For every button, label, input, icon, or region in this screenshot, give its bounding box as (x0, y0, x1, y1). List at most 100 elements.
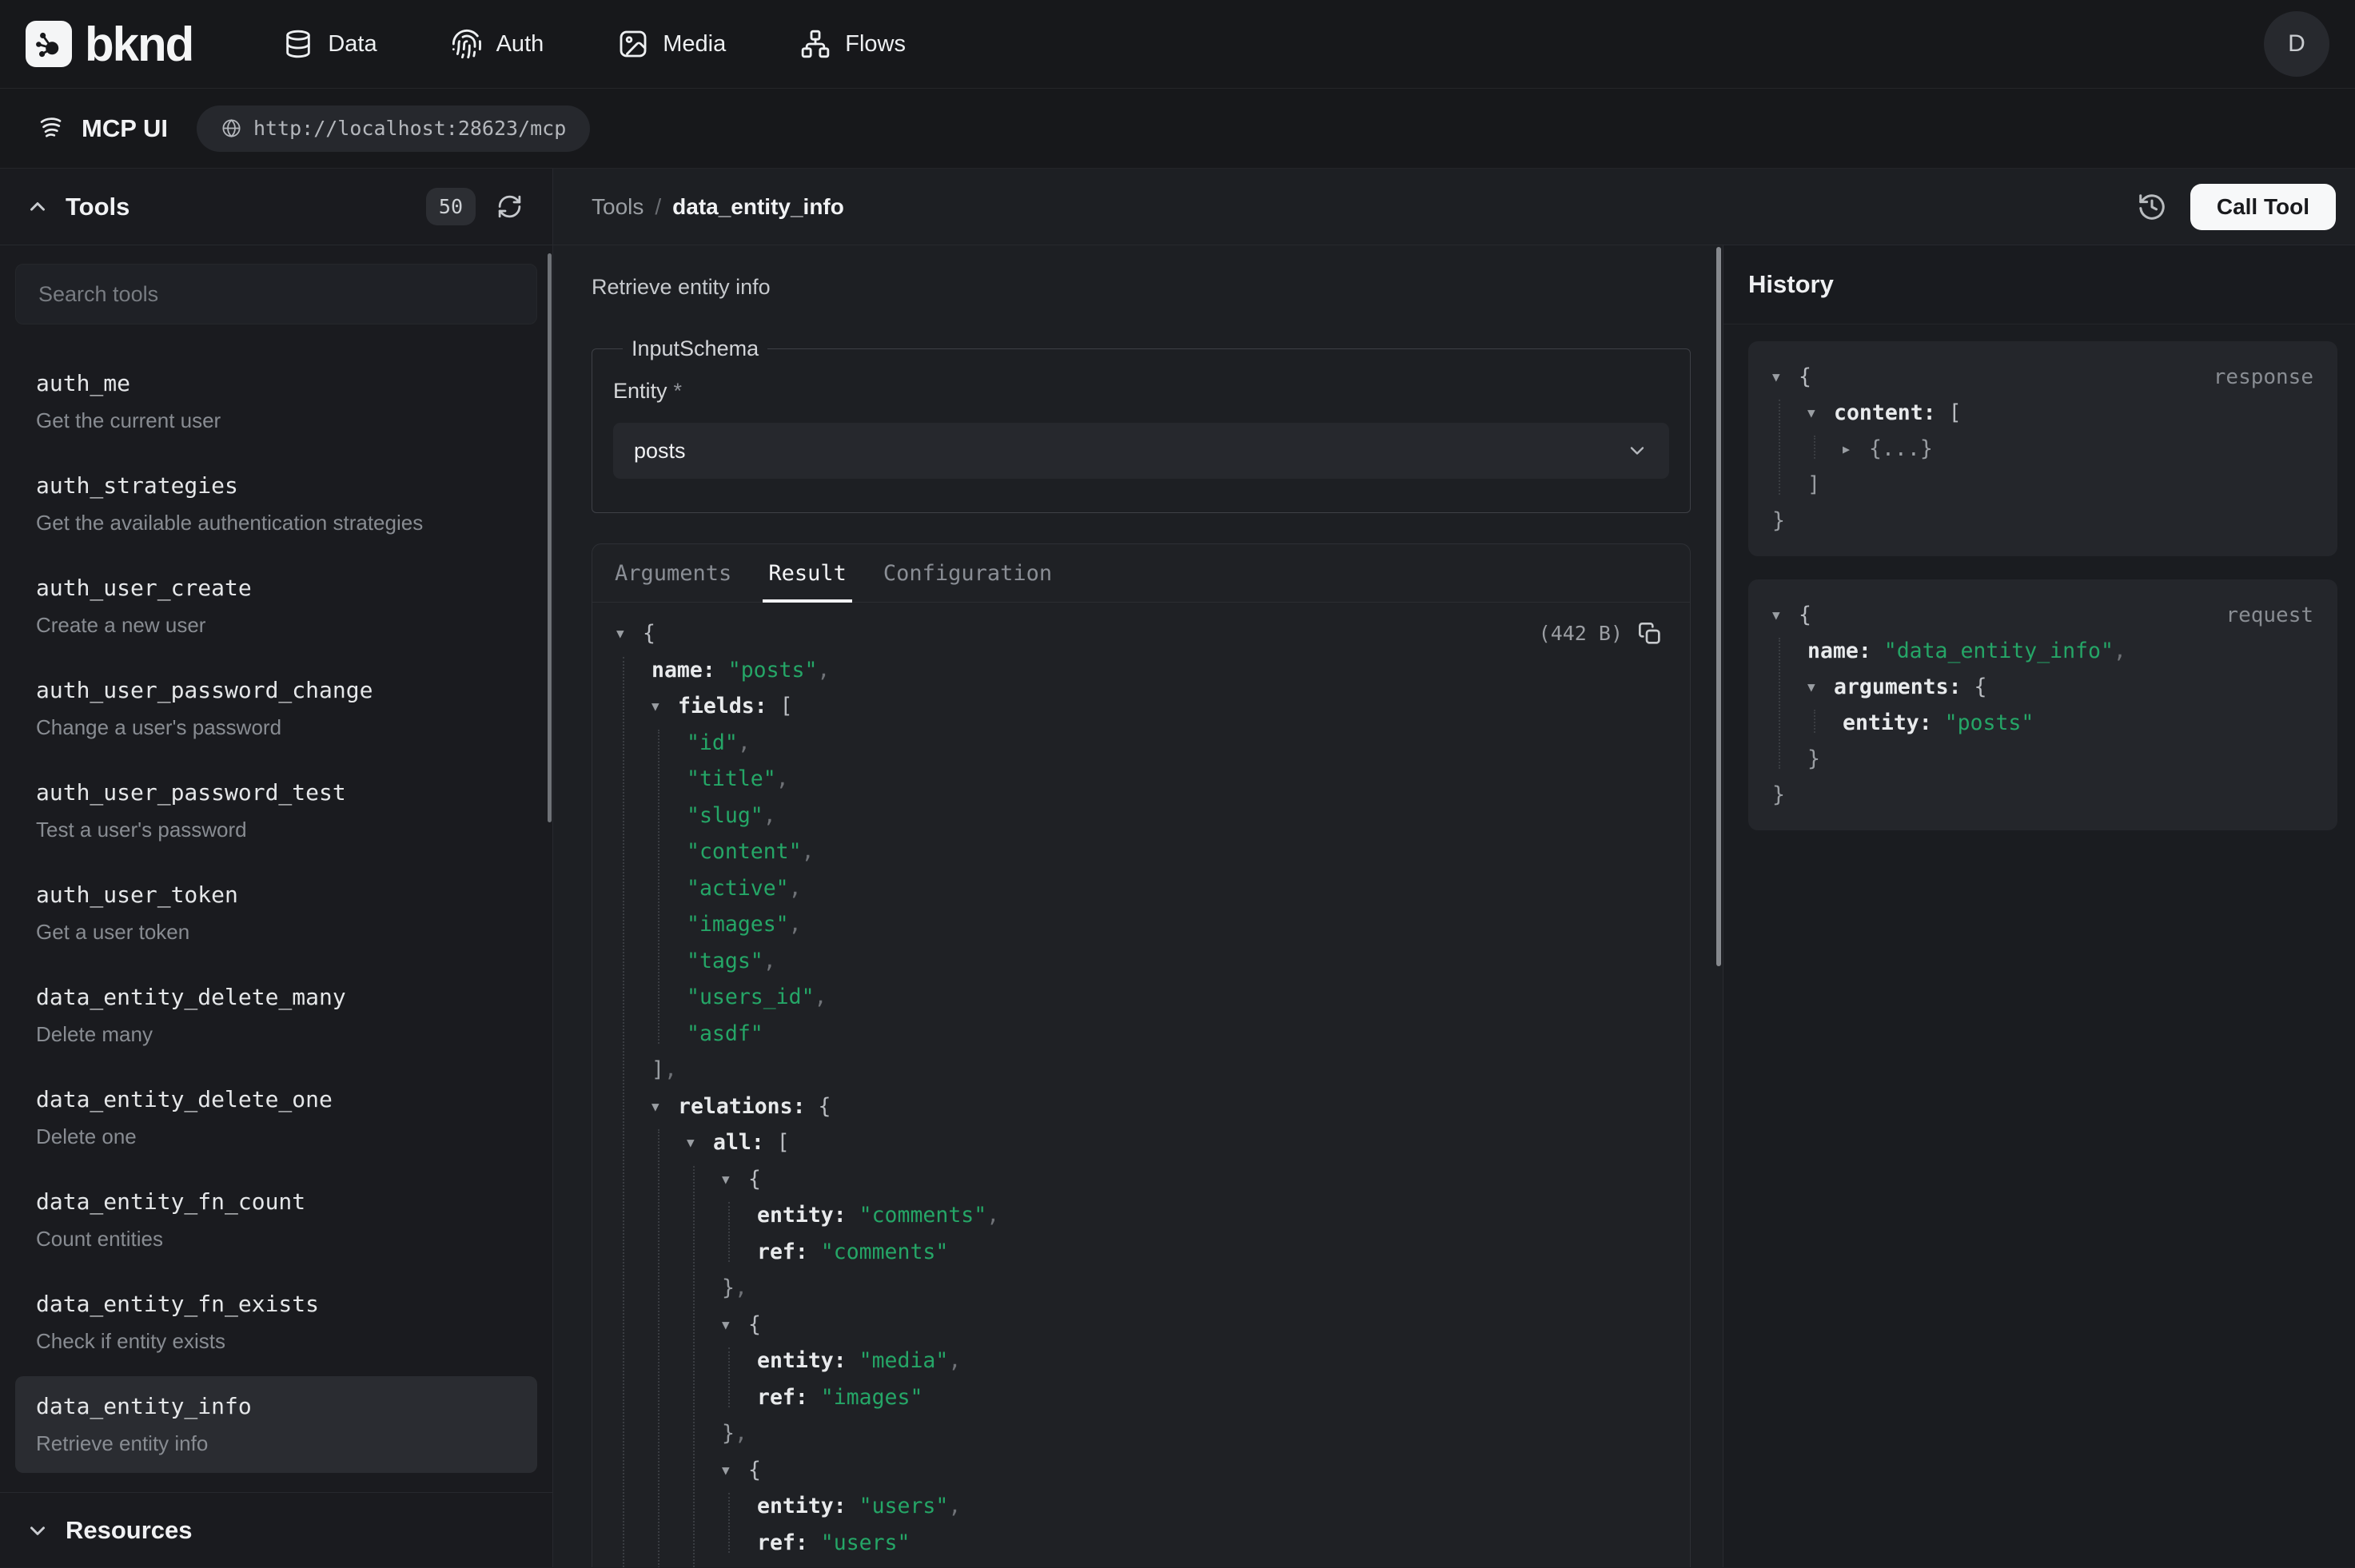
json-line: }, (616, 1270, 1663, 1307)
json-line: ▼{ (616, 1307, 1663, 1343)
mcp-subheader: MCP UI http://localhost:28623/mcp (0, 89, 2355, 169)
tool-list-item[interactable]: data_entity_delete_oneDelete one (15, 1069, 537, 1166)
nav-item-media[interactable]: Media (617, 28, 726, 60)
json-line: ▼all: [ (616, 1124, 1663, 1161)
tool-list-item[interactable]: auth_user_password_changeChange a user's… (15, 660, 537, 757)
indent-guide (1814, 710, 1815, 733)
json-line: ref: "images" (616, 1379, 1663, 1416)
history-entry-card[interactable]: ▼{requestname: "data_entity_info",▼argum… (1748, 579, 2337, 830)
main-scrollbar-thumb[interactable] (1716, 247, 1721, 966)
json-line: } (1772, 503, 2313, 539)
input-schema-legend: InputSchema (623, 336, 767, 361)
nav-item-flows[interactable]: Flows (799, 28, 906, 60)
json-line: ] (1772, 467, 2313, 503)
tool-list-item[interactable]: auth_user_createCreate a new user (15, 558, 537, 655)
json-line: ▼relations: { (616, 1088, 1663, 1125)
json-line: ▶{...} (1772, 431, 2313, 467)
collapse-toggle-icon[interactable]: ▼ (722, 1463, 748, 1478)
json-line: ▼{request (1772, 597, 2313, 633)
tool-detail-panel: Retrieve entity info InputSchema Entity*… (553, 245, 1723, 1567)
tabs-bar: Arguments Result Configuration (592, 544, 1690, 603)
tool-description: Count entities (36, 1226, 516, 1252)
search-input[interactable] (15, 264, 537, 324)
tool-list-item[interactable]: auth_user_password_testTest a user's pas… (15, 762, 537, 859)
server-url: http://localhost:28623/mcp (253, 117, 566, 140)
tool-list-item[interactable]: data_entity_fn_countCount entities (15, 1172, 537, 1268)
indent-guide (693, 1166, 695, 1568)
indent-guide (1779, 400, 1780, 495)
avatar[interactable]: D (2264, 11, 2329, 77)
result-card: Arguments Result Configuration ▼{ (442 B)… (592, 543, 1691, 1567)
entity-select[interactable]: posts (613, 423, 1669, 479)
breadcrumb-current: data_entity_info (672, 194, 844, 220)
json-line: name: "data_entity_info", (1772, 633, 2313, 669)
tools-section-header[interactable]: Tools 50 (0, 169, 552, 245)
collapse-toggle-icon[interactable]: ▼ (687, 1135, 713, 1150)
tool-list-item[interactable]: data_entity_infoRetrieve entity info (15, 1376, 537, 1473)
entry-type-badge: request (2225, 603, 2313, 627)
tool-list-item[interactable]: auth_strategiesGet the available authent… (15, 456, 537, 552)
bknd-logo-icon (26, 21, 72, 67)
indent-guide (1814, 436, 1815, 459)
collapse-toggle-icon[interactable]: ▼ (652, 698, 678, 714)
nav-item-data[interactable]: Data (282, 28, 377, 60)
scribble-icon (37, 115, 64, 142)
refresh-tools-button[interactable] (492, 189, 527, 225)
tool-name: auth_strategies (36, 472, 516, 499)
resources-section-title: Resources (66, 1516, 193, 1545)
collapse-toggle-icon[interactable]: ▼ (722, 1317, 748, 1332)
json-line: } (616, 1561, 1663, 1567)
copy-button[interactable] (1637, 621, 1663, 647)
tool-list-item[interactable]: auth_meGet the current user (15, 353, 537, 450)
tool-description: Create a new user (36, 612, 516, 638)
collapse-toggle-icon[interactable]: ▼ (1807, 679, 1834, 694)
result-size: (442 B) (1539, 622, 1623, 645)
tab-configuration[interactable]: Configuration (883, 544, 1052, 602)
tool-list-item[interactable]: data_entity_fn_existsCheck if entity exi… (15, 1274, 537, 1371)
tab-result[interactable]: Result (768, 544, 847, 602)
indent-guide (658, 730, 659, 1045)
collapse-toggle-icon[interactable]: ▼ (616, 626, 643, 641)
json-line: ▼{ (616, 1161, 1663, 1198)
json-line: ref: "comments" (616, 1234, 1663, 1271)
nav-item-auth[interactable]: Auth (451, 28, 544, 60)
json-line: } (1772, 741, 2313, 777)
tool-name: data_entity_delete_one (36, 1086, 516, 1113)
history-entry-card[interactable]: ▼{response▼content: [▶{...}]} (1748, 341, 2337, 556)
collapse-toggle-icon[interactable]: ▼ (1807, 405, 1834, 420)
tool-name: auth_user_password_test (36, 779, 516, 806)
expand-toggle-icon[interactable]: ▶ (1843, 442, 1869, 456)
sidebar-scrollbar-thumb[interactable] (548, 253, 552, 822)
indent-guide (1779, 638, 1780, 769)
tool-list-item[interactable]: auth_user_tokenGet a user token (15, 865, 537, 961)
brand-logo[interactable]: bknd (26, 17, 193, 72)
top-navigation: bknd Data Auth Media Flows D (0, 0, 2355, 89)
json-line: ▼arguments: { (1772, 669, 2313, 705)
json-line: entity: "comments", (616, 1197, 1663, 1234)
entry-type-badge: response (2214, 365, 2313, 389)
server-url-pill[interactable]: http://localhost:28623/mcp (197, 105, 590, 152)
call-tool-button[interactable]: Call Tool (2190, 184, 2336, 230)
json-line: name: "posts", (616, 652, 1663, 689)
history-toggle-button[interactable] (2133, 188, 2171, 226)
json-line: "active", (616, 870, 1663, 907)
json-line: "tags", (616, 943, 1663, 980)
json-line: "images", (616, 906, 1663, 943)
tool-list-item[interactable]: data_entity_delete_manyDelete many (15, 967, 537, 1064)
result-json-viewer: ▼{(442 B) name: "posts",▼fields: ["id","… (592, 603, 1690, 1567)
collapse-toggle-icon[interactable]: ▼ (652, 1099, 678, 1114)
tab-arguments[interactable]: Arguments (615, 544, 731, 602)
collapse-toggle-icon[interactable]: ▼ (722, 1172, 748, 1187)
tool-description: Check if entity exists (36, 1328, 516, 1354)
chevron-down-icon (1626, 440, 1648, 462)
chevron-up-icon (26, 195, 50, 219)
database-icon (282, 28, 314, 60)
resources-section-header[interactable]: Resources (0, 1492, 552, 1567)
history-icon (2137, 192, 2167, 222)
brand-wordmark: bknd (85, 17, 193, 72)
breadcrumb-section[interactable]: Tools (592, 194, 644, 220)
tools-list-scroll: auth_meGet the current userauth_strategi… (0, 245, 552, 1492)
collapse-toggle-icon[interactable]: ▼ (1772, 369, 1799, 384)
collapse-toggle-icon[interactable]: ▼ (1772, 607, 1799, 623)
tool-name: data_entity_delete_many (36, 984, 516, 1011)
